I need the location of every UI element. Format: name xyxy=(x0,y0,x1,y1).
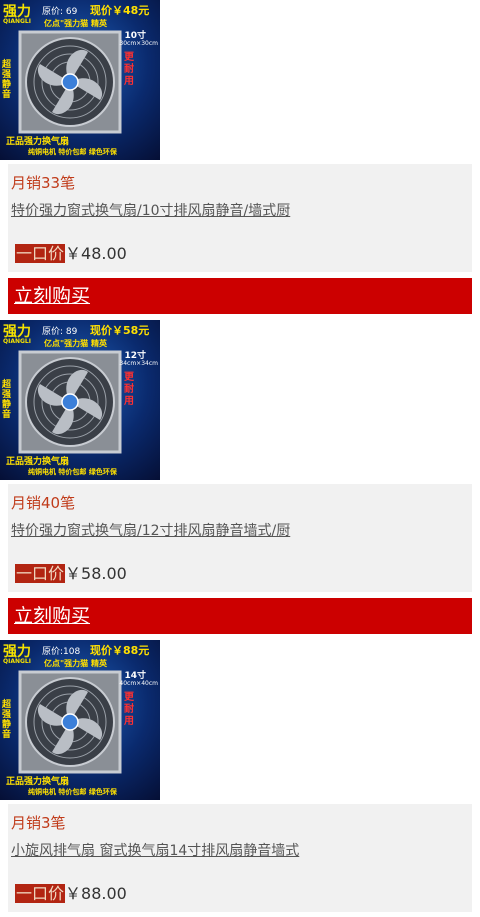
product-image[interactable]: 强力 QIANGLI 原价: 69 现价￥48元 亿点"强力猫 精英 10寸 3… xyxy=(0,0,160,160)
dimensions-text: 34cm×34cm xyxy=(119,360,158,367)
side-left-text: 超强静音 xyxy=(2,700,12,740)
price-row: 一口价￥58.00 xyxy=(15,560,127,584)
price-row: 一口价￥88.00 xyxy=(15,880,127,904)
slogan-text: 亿点"强力猫 精英 xyxy=(44,19,107,28)
current-price-text: 现价￥58元 xyxy=(90,324,150,337)
side-right-text: 更耐用 xyxy=(124,52,134,87)
dimensions-text: 30cm×30cm xyxy=(119,40,158,47)
current-price-text: 现价￥48元 xyxy=(90,4,150,17)
slogan-text: 亿点"强力猫 精英 xyxy=(44,339,107,348)
monthly-sales: 月销40笔 xyxy=(11,494,76,512)
price-value: ￥48.00 xyxy=(65,244,127,263)
image-tagline: 纯铜电机 特价包邮 绿色环保 xyxy=(28,788,117,796)
product-list: 强力 QIANGLI 原价: 69 现价￥48元 亿点"强力猫 精英 10寸 3… xyxy=(0,0,480,912)
monthly-sales: 月销33笔 xyxy=(11,174,76,192)
original-price-text: 原价: 89 xyxy=(42,327,78,337)
side-right-text: 更耐用 xyxy=(124,372,134,407)
product-info: 月销3笔 小旋风排气扇 窗式换气扇14寸排风扇静音墙式 一口价￥88.00 xyxy=(8,804,472,912)
product-image[interactable]: 强力 QIANGLI 原价:108 现价￥88元 亿点"强力猫 精英 14寸 4… xyxy=(0,640,160,800)
product-info: 月销33笔 特价强力窗式换气扇/10寸排风扇静音/墙式厨 一口价￥48.00 xyxy=(8,164,472,272)
product-title-link[interactable]: 小旋风排气扇 窗式换气扇14寸排风扇静音墙式 xyxy=(11,840,299,860)
price-label: 一口价 xyxy=(15,564,66,583)
product-title-link[interactable]: 特价强力窗式换气扇/10寸排风扇静音/墙式厨 xyxy=(11,200,290,220)
image-caption: 正品强力换气扇 xyxy=(6,457,70,467)
dimensions-text: 40cm×40cm xyxy=(119,680,158,687)
product-info: 月销40笔 特价强力窗式换气扇/12寸排风扇静音墙式/厨 一口价￥58.00 xyxy=(8,484,472,592)
product-card: 强力 QIANGLI 原价: 69 现价￥48元 亿点"强力猫 精英 10寸 3… xyxy=(0,0,480,314)
price-label: 一口价 xyxy=(15,884,66,903)
side-left-text: 超强静音 xyxy=(2,60,12,100)
image-tagline: 纯铜电机 特价包邮 绿色环保 xyxy=(28,148,117,156)
current-price-text: 现价￥88元 xyxy=(90,644,150,657)
brand-subtext: QIANGLI xyxy=(3,658,31,665)
product-image[interactable]: 强力 QIANGLI 原价: 89 现价￥58元 亿点"强力猫 精英 12寸 3… xyxy=(0,320,160,480)
original-price-text: 原价: 69 xyxy=(42,7,78,17)
product-card: 强力 QIANGLI 原价:108 现价￥88元 亿点"强力猫 精英 14寸 4… xyxy=(0,640,480,912)
price-value: ￥88.00 xyxy=(65,884,127,903)
buy-now-button[interactable]: 立刻购买 xyxy=(8,278,472,314)
buy-now-button[interactable]: 立刻购买 xyxy=(8,598,472,634)
product-card: 强力 QIANGLI 原价: 89 现价￥58元 亿点"强力猫 精英 12寸 3… xyxy=(0,320,480,634)
product-title-link[interactable]: 特价强力窗式换气扇/12寸排风扇静音墙式/厨 xyxy=(11,520,290,540)
price-row: 一口价￥48.00 xyxy=(15,240,127,264)
brand-subtext: QIANGLI xyxy=(3,18,31,25)
side-right-text: 更耐用 xyxy=(124,692,134,727)
image-caption: 正品强力换气扇 xyxy=(6,777,70,787)
price-value: ￥58.00 xyxy=(65,564,127,583)
side-left-text: 超强静音 xyxy=(2,380,12,420)
brand-subtext: QIANGLI xyxy=(3,338,31,345)
image-caption: 正品强力换气扇 xyxy=(6,137,70,147)
original-price-text: 原价:108 xyxy=(42,647,81,657)
price-label: 一口价 xyxy=(15,244,66,263)
slogan-text: 亿点"强力猫 精英 xyxy=(44,659,107,668)
image-tagline: 纯铜电机 特价包邮 绿色环保 xyxy=(28,468,117,476)
monthly-sales: 月销3笔 xyxy=(11,814,66,832)
